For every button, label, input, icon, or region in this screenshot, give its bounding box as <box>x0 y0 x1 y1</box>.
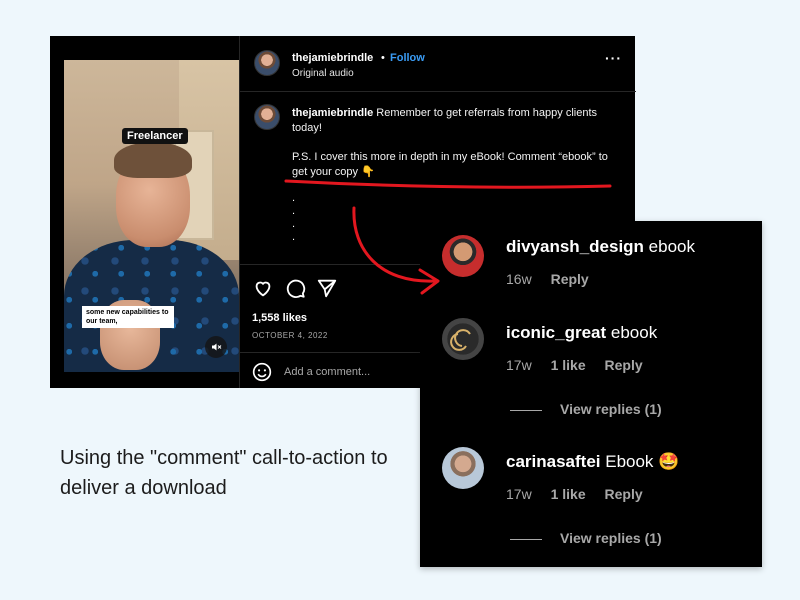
post-caption: thejamiebrindle Remember to get referrals… <box>292 106 622 180</box>
post-header: thejamiebrindle • Follow Original audio … <box>240 36 636 92</box>
comment-icon[interactable] <box>284 277 306 299</box>
heart-icon[interactable] <box>252 277 274 299</box>
comment-2-reply-button[interactable]: Reply <box>605 357 643 373</box>
comment-2-likes[interactable]: 1 like <box>551 357 586 373</box>
header-separator: • <box>381 52 385 64</box>
video-tag-freelancer: Freelancer <box>122 128 188 144</box>
promo-caption: Using the "comment" call-to-action to de… <box>60 447 388 499</box>
post-date: OCTOBER 4, 2022 <box>252 331 328 340</box>
reel-video[interactable]: Freelancer some new capabilities to our … <box>64 60 239 372</box>
follow-button[interactable]: Follow <box>390 52 425 64</box>
comment-3-likes[interactable]: 1 like <box>551 486 586 502</box>
comment-3: carinasaftei Ebook 🤩 <box>506 452 679 472</box>
comment-1-username[interactable]: divyansh_design <box>506 237 644 256</box>
caption-ps: P.S. I cover this more in depth in my eB… <box>292 151 608 178</box>
comment-1-text: ebook <box>648 237 695 256</box>
add-comment-input[interactable]: Add a comment... <box>284 366 370 378</box>
comment-2-view-replies[interactable]: View replies (1) <box>510 401 662 417</box>
comment-3-meta: 17w 1 like Reply <box>506 486 658 502</box>
comment-3-username[interactable]: carinasaftei <box>506 452 601 471</box>
caption-dots: . . . . <box>292 192 296 243</box>
caption-username[interactable]: thejamiebrindle <box>292 107 373 119</box>
comment-avatar-iconic[interactable] <box>442 318 484 360</box>
comment-2-username[interactable]: iconic_great <box>506 323 606 342</box>
emoji-icon[interactable] <box>252 362 272 382</box>
comment-2-age: 17w <box>506 357 532 373</box>
caption-author-avatar[interactable] <box>254 104 280 130</box>
comment-1-age: 16w <box>506 271 532 287</box>
comment-1-reply-button[interactable]: Reply <box>551 271 589 287</box>
comment-2-text: ebook <box>610 323 658 342</box>
comment-avatar-divyansh[interactable] <box>442 235 484 277</box>
video-person-hair <box>114 142 192 178</box>
likes-count[interactable]: 1,558 likes <box>252 312 307 324</box>
comment-3-reply-button[interactable]: Reply <box>605 486 643 502</box>
iconic-logo-icon <box>450 329 471 351</box>
comment-3-view-replies[interactable]: View replies (1) <box>510 530 662 546</box>
author-username[interactable]: thejamiebrindle <box>292 52 373 64</box>
comment-2-meta: 17w 1 like Reply <box>506 357 658 373</box>
audio-link[interactable]: Original audio <box>292 68 354 79</box>
speaker-muted-icon <box>212 343 222 351</box>
comment-2: iconic_great ebook <box>506 323 657 343</box>
comments-panel: divyansh_design ebook 16w Reply iconic_g… <box>420 221 762 567</box>
replies-divider <box>510 538 542 540</box>
comment-2-view-replies-label[interactable]: View replies (1) <box>560 401 662 417</box>
author-avatar[interactable] <box>254 50 280 76</box>
share-icon[interactable] <box>316 277 338 299</box>
more-options-button[interactable]: ··· <box>605 50 622 66</box>
replies-divider <box>510 409 542 411</box>
comment-3-text: Ebook 🤩 <box>605 452 680 471</box>
comment-1: divyansh_design ebook <box>506 237 695 257</box>
comment-avatar-carina[interactable] <box>442 447 484 489</box>
mute-button[interactable] <box>205 336 227 358</box>
comment-3-view-replies-label[interactable]: View replies (1) <box>560 530 662 546</box>
video-caption: some new capabilities to our team, <box>82 306 174 328</box>
comment-3-age: 17w <box>506 486 532 502</box>
comment-1-meta: 16w Reply <box>506 271 604 287</box>
